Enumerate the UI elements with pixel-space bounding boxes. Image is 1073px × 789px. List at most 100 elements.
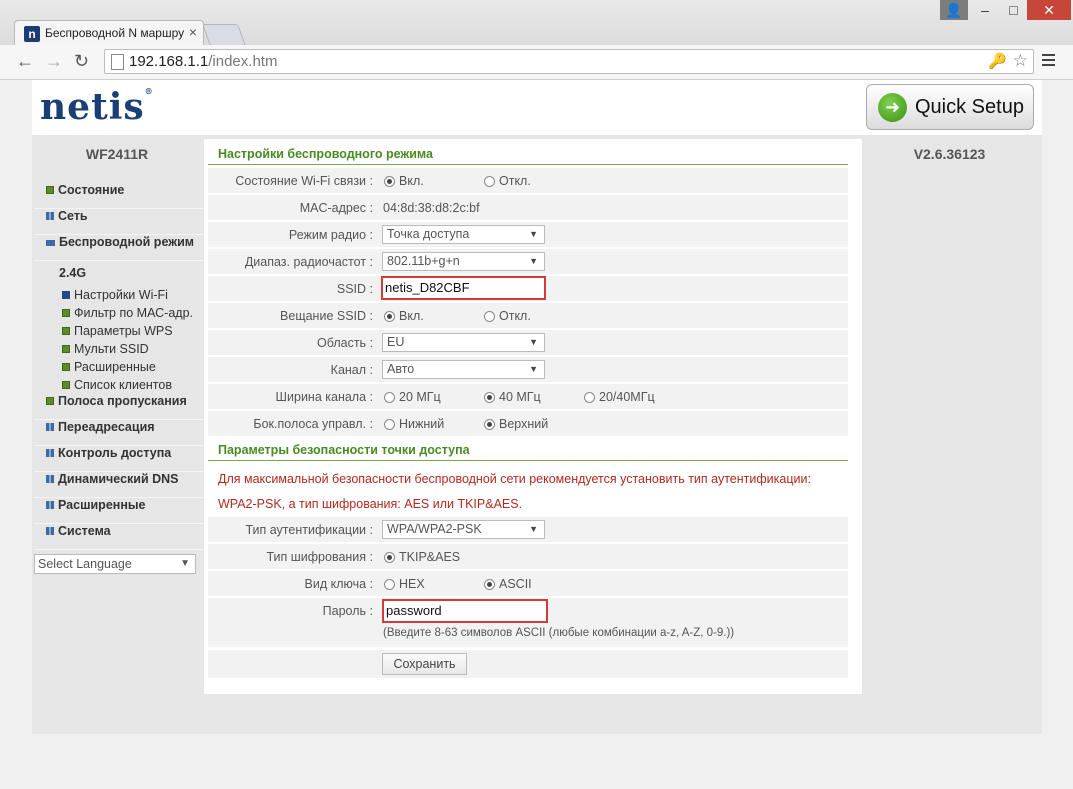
radio-checked-icon [384,176,395,187]
field-label: Вид ключа : [304,577,374,591]
radio-label: 20/40МГц [599,390,655,404]
active-bullet-icon [62,291,70,299]
sidebar-item-system[interactable]: Система [34,524,204,550]
close-icon[interactable]: ✕ [1027,0,1071,20]
sideband-lower-radio[interactable]: Нижний [384,417,444,431]
sidebar-item-wps[interactable]: Параметры WPS [34,322,204,340]
ssid-input[interactable]: netis_D82CBF [381,276,546,300]
sidebar-item-wireless[interactable]: Беспроводной режим [34,235,204,261]
password-input[interactable]: password [382,599,548,623]
sidebar-item-advanced[interactable]: Расширенные [34,498,204,524]
sidebar-item-wireless-advanced[interactable]: Расширенные [34,358,204,376]
menu-icon[interactable] [1042,54,1055,69]
field-label: Состояние Wi-Fi связи : [235,174,373,188]
sidebar-item-access-control[interactable]: Контроль доступа [34,446,204,472]
sidebar-item-multi-ssid[interactable]: Мульти SSID [34,340,204,358]
row-password: Пароль : password (Введите 8-63 символов… [208,598,848,648]
key-ascii-radio[interactable]: ASCII [484,577,532,591]
back-icon[interactable]: ← [16,51,34,72]
wifi-on-radio[interactable]: Вкл. [384,174,424,188]
chevron-down-icon: ▼ [529,337,538,347]
width-2040-radio[interactable]: 20/40МГц [584,390,655,404]
sidebar-item-label: Список клиентов [74,378,172,392]
tab-title: Беспроводной N маршру [45,26,185,40]
reload-icon[interactable]: ↻ [74,51,89,72]
expanded-icon [46,240,55,246]
row-ssid: SSID : netis_D82CBF [208,276,848,302]
field-label: Тип шифрования : [266,550,373,564]
key-icon[interactable]: 🔑 [988,52,1007,70]
section-title-wireless: Настройки беспроводного режима [208,143,848,165]
sidebar-item-label: Мульти SSID [74,342,149,356]
quick-setup-button[interactable]: ➜ Quick Setup [866,84,1034,130]
field-label: SSID : [336,282,373,296]
band-select[interactable]: 802.11b+g+n ▼ [382,252,545,271]
radio-unchecked-icon [484,311,495,322]
row-key-type: Вид ключа : HEX ASCII [208,571,848,597]
save-button[interactable]: Сохранить [382,653,467,675]
select-value: Авто [387,362,415,376]
settings-panel: Настройки беспроводного режима Состояние… [204,139,862,694]
browser-titlebar: n Беспроводной N маршру × 👤 – □ ✕ [0,0,1073,46]
broadcast-on-radio[interactable]: Вкл. [384,309,424,323]
new-tab-button[interactable] [201,24,247,46]
sidebar-item-wifi-settings[interactable]: Настройки Wi-Fi [34,286,204,304]
row-auth-type: Тип аутентификации : WPA/WPA2-PSK ▼ [208,517,848,543]
sidebar-item-forwarding[interactable]: Переадресация [34,420,204,446]
language-select[interactable]: Select Language ▼ [34,554,196,574]
radio-label: 20 МГц [399,390,441,404]
bullet-icon [46,397,54,405]
sidebar-item-ddns[interactable]: Динамический DNS [34,472,204,498]
maximize-icon[interactable]: □ [1000,0,1027,20]
radio-checked-icon [484,392,495,403]
width-40-radio[interactable]: 40 МГц [484,390,541,404]
sidebar-item-mac-filter[interactable]: Фильтр по МАС-адр. [34,304,204,322]
wifi-off-radio[interactable]: Откл. [484,174,531,188]
key-hex-radio[interactable]: HEX [384,577,425,591]
radio-unchecked-icon [384,579,395,590]
channel-select[interactable]: Авто ▼ [382,360,545,379]
radio-label: 40 МГц [499,390,541,404]
region-select[interactable]: EU ▼ [382,333,545,352]
sidebar-item-label: Динамический DNS [58,472,179,486]
close-tab-icon[interactable]: × [189,24,197,40]
radio-mode-select[interactable]: Точка доступа ▼ [382,225,545,244]
width-20-radio[interactable]: 20 МГц [384,390,441,404]
sidebar-item-client-list[interactable]: Список клиентов [34,376,204,394]
sidebar-item-bandwidth[interactable]: Полоса пропускания [34,394,204,420]
row-sideband: Бок.полоса управл. : Нижний Верхний [208,411,848,437]
quick-setup-label: Quick Setup [915,96,1024,118]
radio-label: Верхний [499,417,549,431]
row-mac: MAC-адрес : 04:8d:38:d8:2c:bf [208,195,848,221]
address-bar[interactable]: 192.168.1.1/index.htm 🔑 ☆ [104,49,1034,74]
bullet-icon [62,327,70,335]
user-icon[interactable]: 👤 [940,0,968,20]
sidebar-item-status[interactable]: Состояние [34,183,204,209]
row-wifi-status: Состояние Wi-Fi связи : Вкл. Откл. [208,168,848,194]
field-label: Область : [317,336,373,350]
minimize-icon[interactable]: – [970,0,1000,20]
field-label: Бок.полоса управл. : [253,417,373,431]
radio-label: TKIP&AES [399,550,461,564]
forward-icon[interactable]: → [45,51,63,72]
row-region: Область : EU ▼ [208,330,848,356]
sideband-upper-radio[interactable]: Верхний [484,417,548,431]
radio-label: HEX [399,577,425,591]
cipher-tkipaes-radio[interactable]: TKIP&AES [384,550,460,564]
row-channel: Канал : Авто ▼ [208,357,848,383]
sidebar-item-label: Расширенные [58,498,146,512]
bullet-icon [62,363,70,371]
chevron-down-icon: ▼ [529,524,538,534]
chevron-down-icon: ▼ [180,558,190,569]
radio-checked-icon [484,579,495,590]
broadcast-off-radio[interactable]: Откл. [484,309,531,323]
bullet-icon [46,186,54,194]
auth-type-select[interactable]: WPA/WPA2-PSK ▼ [382,520,545,539]
browser-tab[interactable]: n Беспроводной N маршру × [14,20,204,46]
url-text[interactable]: 192.168.1.1/index.htm [129,53,277,70]
page-header: netis® ➜ Quick Setup [32,80,1042,135]
sidebar-band-2g[interactable]: 2.4G [34,261,204,286]
star-icon[interactable]: ☆ [1013,51,1028,71]
sidebar-item-network[interactable]: Сеть [34,209,204,235]
bullet-icon [46,475,54,483]
